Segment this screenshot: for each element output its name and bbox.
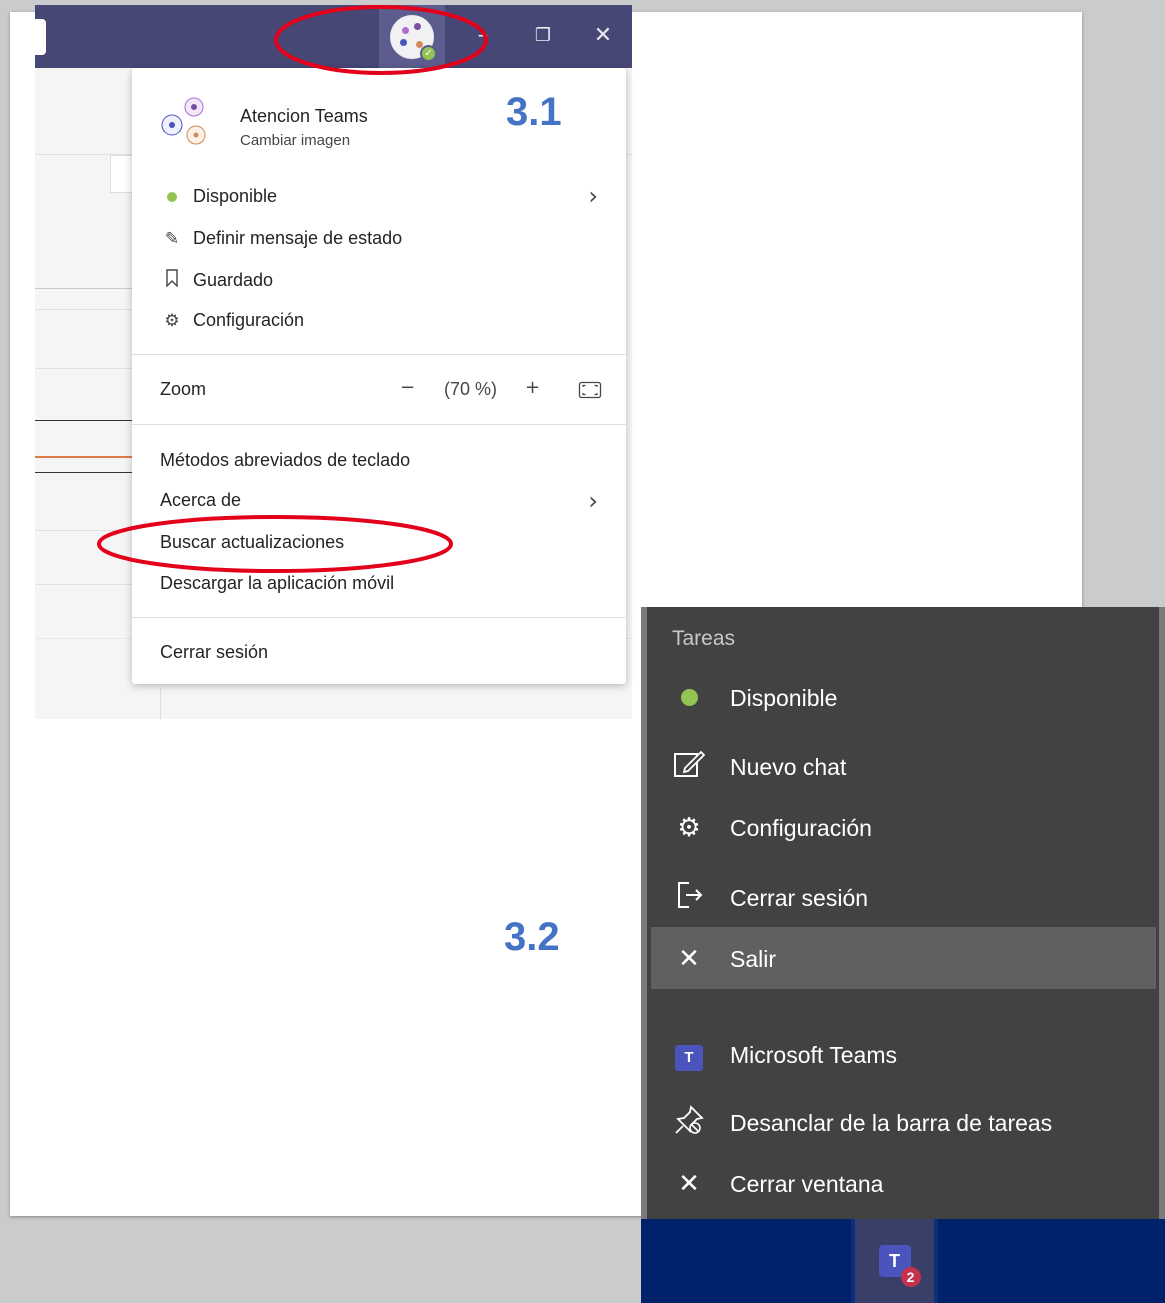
close-icon: ✕ xyxy=(678,1169,700,1199)
taskbar-teams-button[interactable]: T 2 xyxy=(855,1219,934,1303)
chevron-right-icon[interactable]: › xyxy=(588,487,598,515)
divider xyxy=(160,688,161,719)
gear-icon: ⚙ xyxy=(164,310,180,331)
jump-item-unpin[interactable]: Desanclar de la barra de tareas xyxy=(671,1104,1052,1143)
menu-item-label: Acerca de xyxy=(160,490,242,510)
close-icon: ✕ xyxy=(678,944,700,974)
jump-list-border xyxy=(641,607,647,1219)
edit-message-icon: ✎ xyxy=(164,228,180,249)
zoom-in-button[interactable]: + xyxy=(525,377,540,398)
teams-titlebar: ✓ – ❐ ✕ xyxy=(35,5,632,68)
divider xyxy=(35,288,135,289)
presence-available-icon: ✓ xyxy=(420,44,437,62)
jump-item-quit[interactable]: ✕ Salir xyxy=(671,944,776,974)
menu-item-sign-out[interactable]: Cerrar sesión xyxy=(160,642,268,663)
jump-item-label: Desanclar de la barra de tareas xyxy=(730,1110,1053,1136)
menu-item-label: Cerrar sesión xyxy=(160,642,269,662)
divider xyxy=(35,472,135,473)
teams-icon: T xyxy=(671,1039,707,1071)
jump-item-settings[interactable]: ⚙ Configuración xyxy=(671,813,872,843)
step-label-3-2: 3.2 xyxy=(504,915,560,959)
jump-item-label: Cerrar ventana xyxy=(730,1170,884,1197)
jump-item-available[interactable]: Disponible xyxy=(671,683,837,713)
divider xyxy=(35,309,135,310)
menu-item-label: Métodos abreviados de teclado xyxy=(160,450,411,470)
profile-menu: Atencion Teams Cambiar imagen Disponible… xyxy=(132,68,626,684)
menu-item-download-mobile[interactable]: Descargar la aplicación móvil xyxy=(160,573,394,594)
jump-item-sign-out[interactable]: Cerrar sesión xyxy=(671,879,868,918)
notification-badge: 2 xyxy=(900,1267,921,1287)
zoom-value: (70 %) xyxy=(444,379,498,399)
menu-item-label: Configuración xyxy=(193,310,305,330)
zoom-label: Zoom xyxy=(160,379,206,400)
divider xyxy=(35,456,135,458)
teams-logo-letter: T xyxy=(889,1251,900,1271)
menu-item-check-updates[interactable]: Buscar actualizaciones xyxy=(160,532,344,553)
presence-dot-icon xyxy=(160,187,184,207)
menu-item-saved[interactable]: Guardado xyxy=(160,269,273,292)
jump-list-header: Tareas xyxy=(672,627,736,650)
jump-list-border xyxy=(1159,607,1165,1219)
zoom-out-button[interactable]: − xyxy=(400,377,415,398)
search-bar[interactable] xyxy=(35,19,46,55)
jump-item-label: Salir xyxy=(730,945,777,972)
taskbar-divider xyxy=(934,1219,938,1303)
menu-item-status-message[interactable]: ✎ Definir mensaje de estado xyxy=(160,228,402,249)
menu-item-keyboard-shortcuts[interactable]: Métodos abreviados de teclado xyxy=(160,450,410,471)
profile-picture[interactable] xyxy=(160,95,208,147)
unpin-icon xyxy=(671,1104,707,1143)
divider xyxy=(35,584,135,585)
compose-icon xyxy=(671,748,707,787)
menu-item-status[interactable]: Disponible xyxy=(160,186,277,207)
restore-icon[interactable]: ❐ xyxy=(528,21,558,51)
presence-dot-icon xyxy=(671,683,707,713)
taskbar-jump-list: Tareas Disponible Nuevo chat ⚙ Configura… xyxy=(641,607,1165,1219)
menu-item-label: Buscar actualizaciones xyxy=(160,532,345,552)
menu-item-label: Guardado xyxy=(193,270,274,290)
close-icon[interactable]: ✕ xyxy=(588,21,618,51)
menu-divider xyxy=(132,424,626,425)
bookmark-icon xyxy=(160,269,184,292)
avatar: ✓ xyxy=(390,14,437,62)
menu-item-settings[interactable]: ⚙ Configuración xyxy=(160,310,304,331)
jump-item-label: Configuración xyxy=(730,814,872,841)
gear-icon: ⚙ xyxy=(677,813,701,843)
jump-item-new-chat[interactable]: Nuevo chat xyxy=(671,748,846,787)
change-picture-link[interactable]: Cambiar imagen xyxy=(240,132,350,149)
menu-item-about[interactable]: Acerca de xyxy=(160,490,241,511)
menu-divider xyxy=(132,617,626,618)
jump-item-microsoft-teams[interactable]: T Microsoft Teams xyxy=(671,1039,897,1071)
sign-out-icon xyxy=(671,879,707,918)
zoom-text: Zoom xyxy=(160,379,207,399)
divider xyxy=(35,530,135,531)
divider xyxy=(35,420,135,421)
profile-avatar-button[interactable]: ✓ xyxy=(379,5,445,68)
menu-item-label: Descargar la aplicación móvil xyxy=(160,573,395,593)
chevron-right-icon[interactable]: › xyxy=(588,182,598,210)
menu-item-label: Definir mensaje de estado xyxy=(193,228,403,248)
step-label-3-1: 3.1 xyxy=(506,90,562,134)
user-name: Atencion Teams xyxy=(240,106,368,126)
menu-divider xyxy=(132,354,626,355)
jump-item-label: Disponible xyxy=(730,684,838,711)
fullscreen-icon[interactable] xyxy=(578,381,602,404)
divider xyxy=(35,368,135,369)
teams-icon: T 2 xyxy=(878,1245,921,1287)
jump-item-label: Cerrar sesión xyxy=(730,885,869,911)
menu-item-label: Disponible xyxy=(193,186,278,206)
jump-item-label: Microsoft Teams xyxy=(730,1041,898,1068)
jump-item-label: Nuevo chat xyxy=(730,754,847,780)
jump-item-close-window[interactable]: ✕ Cerrar ventana xyxy=(671,1169,883,1199)
windows-taskbar: T 2 xyxy=(641,1219,1165,1303)
minimize-icon[interactable]: – xyxy=(468,21,498,51)
